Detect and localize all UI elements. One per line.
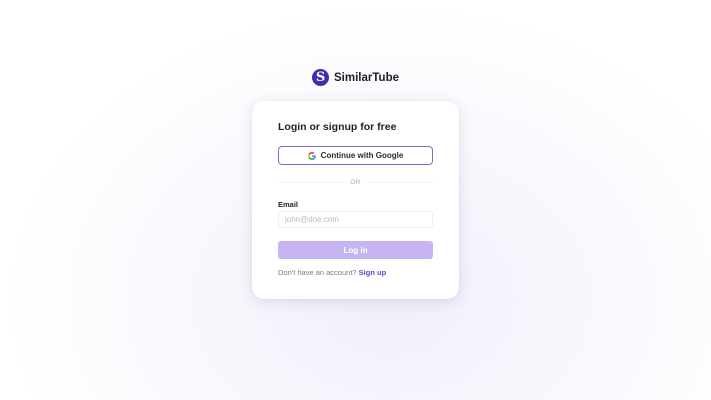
signup-link[interactable]: Sign up: [359, 268, 387, 277]
email-input[interactable]: [278, 211, 433, 228]
signup-prompt: Don't have an account?: [278, 268, 357, 277]
logo-letter: S: [315, 69, 326, 85]
google-button-label: Continue with Google: [320, 151, 404, 160]
brand-name: SimilarTube: [334, 71, 399, 84]
continue-with-google-button[interactable]: Continue with Google: [278, 146, 433, 165]
email-label: Email: [278, 200, 299, 209]
divider-line-left: [278, 181, 345, 183]
login-card: Login or signup for free Continue with G…: [252, 101, 459, 299]
divider-line-right: [366, 181, 433, 183]
signup-row: Don't have an account? Sign up: [278, 268, 386, 277]
brand-header: S SimilarTube: [0, 69, 711, 86]
similartube-logo-icon: S: [312, 69, 330, 86]
google-g-icon: [307, 151, 316, 160]
login-button[interactable]: Log in: [278, 241, 433, 259]
card-title: Login or signup for free: [278, 121, 397, 133]
divider-text: OR: [350, 178, 361, 186]
or-divider: OR: [278, 177, 433, 187]
